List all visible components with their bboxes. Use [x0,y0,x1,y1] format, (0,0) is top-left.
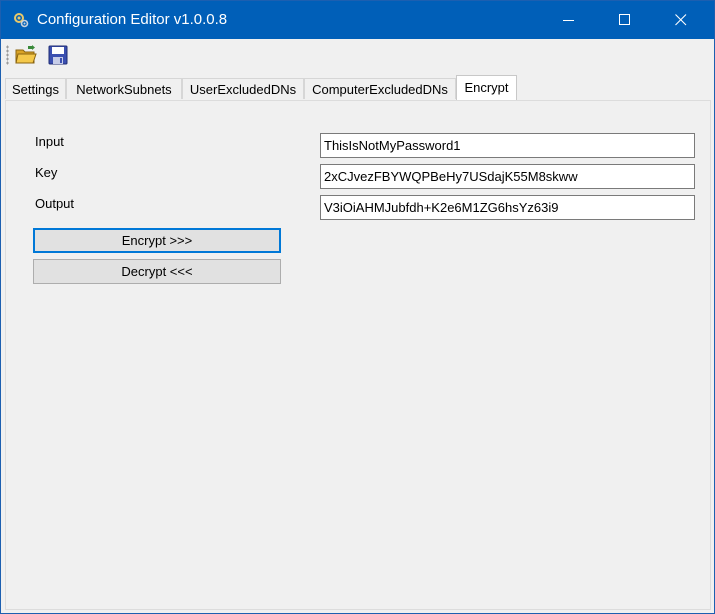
title-bar[interactable]: Configuration Editor v1.0.0.8 [1,1,714,39]
close-button[interactable] [659,1,705,39]
encrypt-button[interactable]: Encrypt >>> [33,228,281,253]
input-field[interactable] [320,133,695,158]
toolbar [1,39,714,71]
key-field[interactable] [320,164,695,189]
toolbar-grip[interactable] [6,45,9,65]
save-icon [48,45,68,65]
encrypt-panel: Input Key Output Encrypt >>> Decrypt <<< [5,100,711,610]
key-label: Key [35,165,58,180]
tab-encrypt[interactable]: Encrypt [456,75,517,100]
output-field[interactable] [320,195,695,220]
tab-user-excluded-dns[interactable]: UserExcludedDNs [182,78,304,99]
window-title: Configuration Editor v1.0.0.8 [37,11,228,28]
tab-network-subnets[interactable]: NetworkSubnets [66,78,182,99]
gear-icon [13,12,29,28]
tab-label: Settings [12,82,59,97]
maximize-icon [619,14,630,25]
tab-computer-excluded-dns[interactable]: ComputerExcludedDNs [304,78,456,99]
app-window: Configuration Editor v1.0.0.8 Settings N… [0,0,715,614]
output-label: Output [35,196,75,211]
tab-strip: Settings NetworkSubnets UserExcludedDNs … [5,75,714,101]
open-folder-icon [15,45,37,64]
decrypt-button[interactable]: Decrypt <<< [33,259,281,284]
tab-label: ComputerExcludedDNs [312,82,448,97]
close-icon [675,14,687,26]
minimize-icon [563,20,574,21]
minimize-button[interactable] [547,1,593,39]
save-button[interactable] [46,43,70,67]
open-button[interactable] [14,43,38,67]
input-label: Input [35,134,64,149]
tab-label: Encrypt [464,80,509,95]
tab-settings[interactable]: Settings [5,78,66,99]
tab-label: UserExcludedDNs [189,82,297,97]
maximize-button[interactable] [603,1,649,39]
tab-label: NetworkSubnets [76,82,172,97]
